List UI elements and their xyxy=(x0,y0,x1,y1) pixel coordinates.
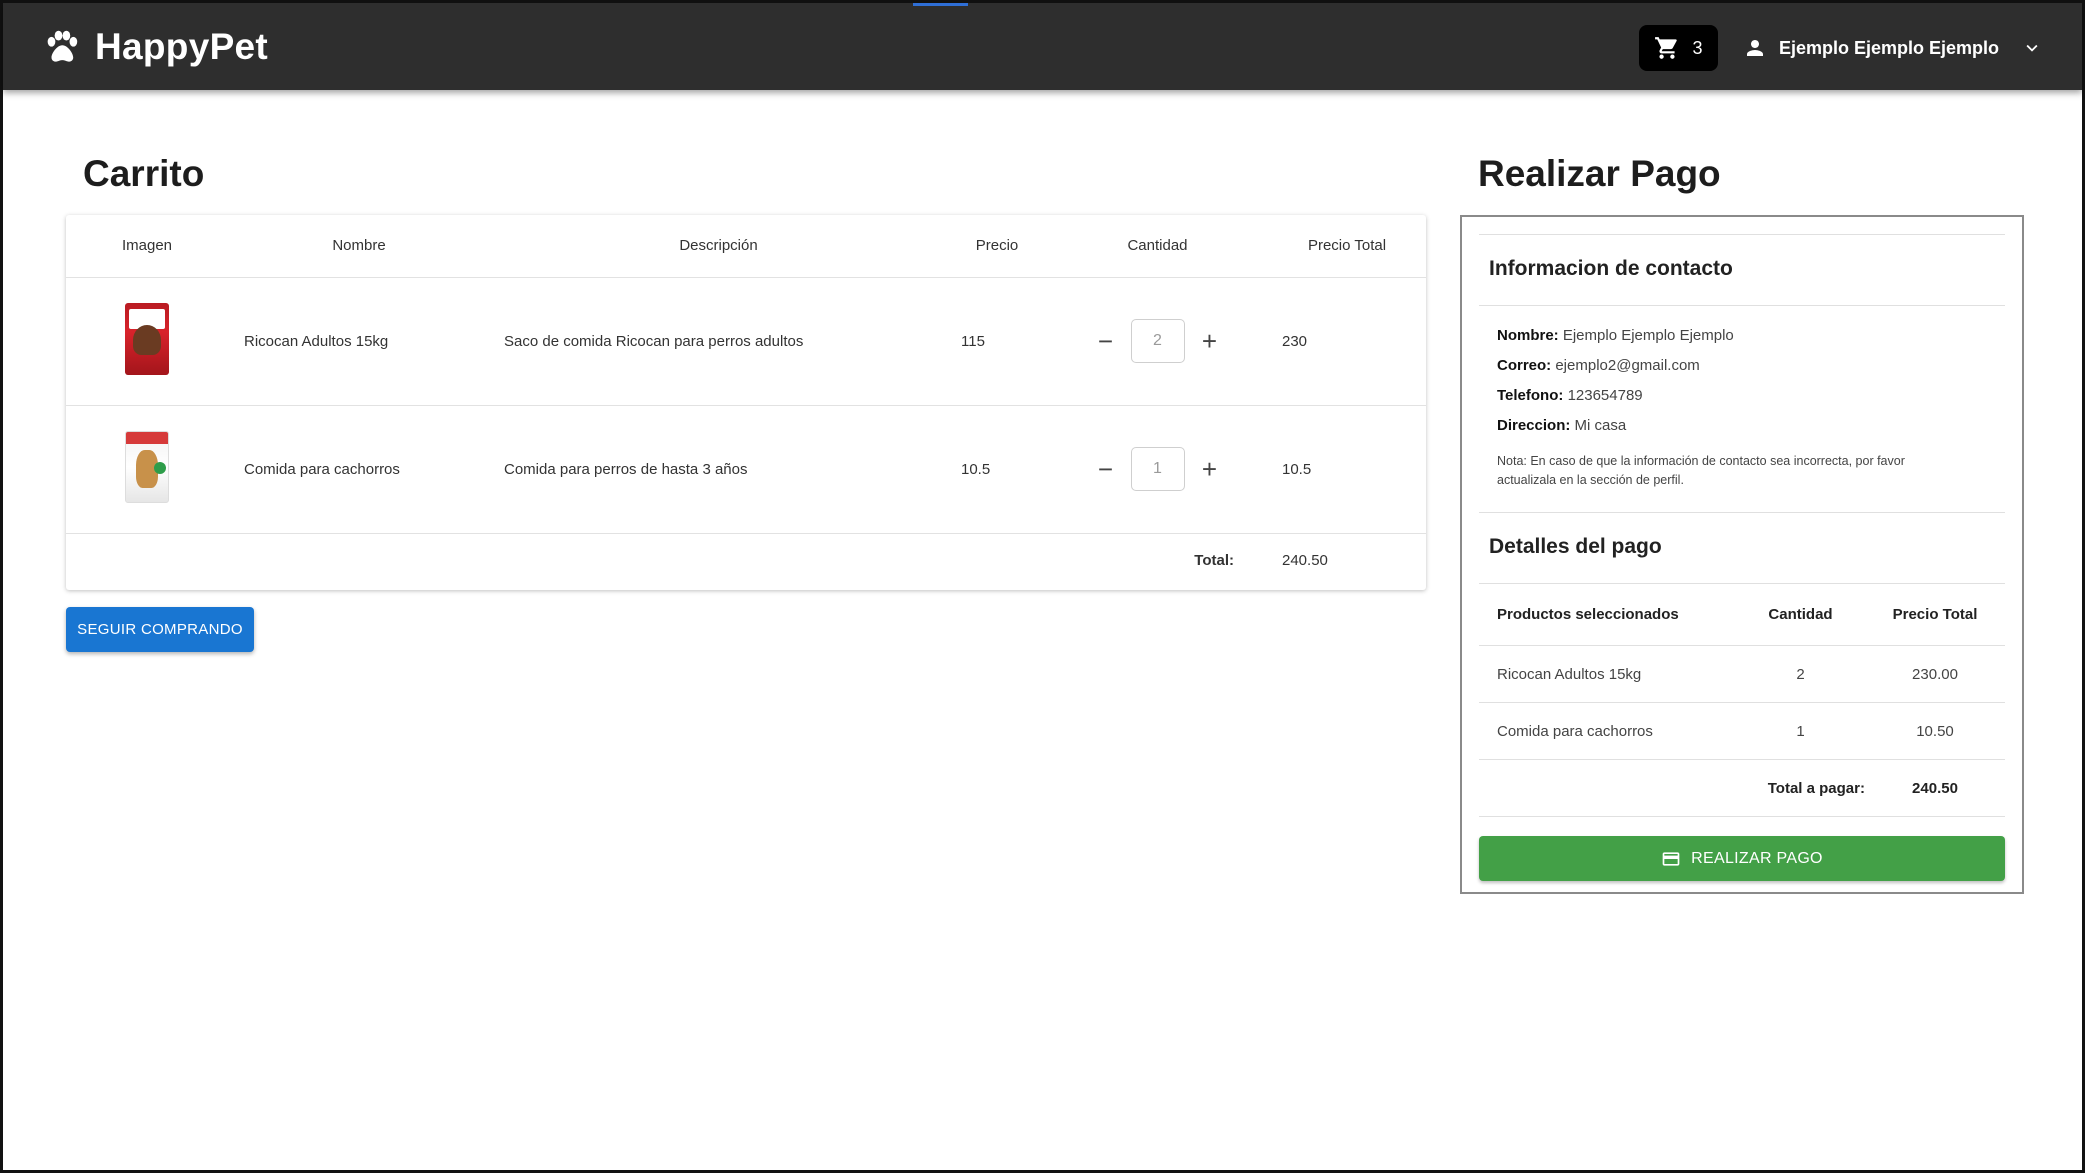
contact-email: Correo: ejemplo2@gmail.com xyxy=(1497,357,1700,374)
payment-product-total: 230.00 xyxy=(1865,645,2005,703)
contact-info: Nombre: Ejemplo Ejemplo Ejemplo Correo: … xyxy=(1479,306,2005,502)
contact-name: Nombre: Ejemplo Ejemplo Ejemplo xyxy=(1497,327,1734,344)
payment-product-name: Ricocan Adultos 15kg xyxy=(1479,645,1736,703)
cart-count-badge: 3 xyxy=(1692,37,1703,58)
quantity-stepper: − + xyxy=(1047,447,1268,491)
column-header-total-price: Precio Total xyxy=(1268,215,1426,278)
column-header-quantity: Cantidad xyxy=(1047,215,1268,278)
minus-icon[interactable]: − xyxy=(1095,456,1117,482)
payment-total-value: 240.50 xyxy=(1865,759,2005,817)
contact-phone: Telefono: 123654789 xyxy=(1497,387,1643,404)
product-name: Comida para cachorros xyxy=(228,405,490,534)
continue-shopping-button[interactable]: SEGUIR COMPRANDO xyxy=(66,607,254,652)
product-image xyxy=(125,431,169,503)
column-header-products: Productos seleccionados xyxy=(1479,583,1736,646)
brand-name: HappyPet xyxy=(95,26,269,67)
cart-button[interactable]: 3 xyxy=(1639,25,1718,71)
shopping-cart-icon xyxy=(1655,37,1678,59)
payment-title: Realizar Pago xyxy=(1478,153,1721,194)
column-header-price: Precio xyxy=(947,215,1047,278)
quantity-input[interactable] xyxy=(1130,319,1185,363)
column-header-quantity: Cantidad xyxy=(1736,583,1865,646)
cart-table-header: Imagen Nombre Descripción Precio Cantida… xyxy=(66,215,1426,278)
make-payment-label: REALIZAR PAGO xyxy=(1691,849,1823,867)
payment-total-label: Total a pagar: xyxy=(1736,759,1865,817)
cart-total-row: Total: 240.50 xyxy=(66,533,1426,588)
brand-logo-link[interactable]: HappyPet xyxy=(41,23,268,71)
product-price: 115 xyxy=(947,277,1047,406)
table-row: Comida para cachorros 1 10.50 xyxy=(1479,702,2005,760)
table-row: Comida para cachorros Comida para perros… xyxy=(66,405,1426,534)
contact-info-title: Informacion de contacto xyxy=(1489,257,1733,280)
user-name: Ejemplo Ejemplo Ejemplo xyxy=(1779,37,2000,58)
payment-product-total: 10.50 xyxy=(1865,702,2005,760)
contact-note: Nota: En caso de que la información de c… xyxy=(1497,454,1905,487)
table-row: Ricocan Adultos 15kg 2 230.00 xyxy=(1479,645,2005,703)
top-navbar: HappyPet 3 Ejemplo Ejemplo Ejemplo xyxy=(3,3,2082,90)
quantity-stepper: − + xyxy=(1047,319,1268,363)
payment-details-title: Detalles del pago xyxy=(1489,535,1662,558)
cart-table: Imagen Nombre Descripción Precio Cantida… xyxy=(66,215,1426,588)
product-price: 10.5 xyxy=(947,405,1047,534)
column-header-name: Nombre xyxy=(228,215,490,278)
credit-card-icon xyxy=(1662,851,1680,866)
plus-icon[interactable]: + xyxy=(1199,328,1221,354)
payment-total-row: Total a pagar: 240.50 xyxy=(1479,759,2005,817)
payment-product-quantity: 1 xyxy=(1736,702,1865,760)
payment-product-name: Comida para cachorros xyxy=(1479,702,1736,760)
product-description: Comida para perros de hasta 3 años xyxy=(490,405,947,534)
product-total-price: 10.5 xyxy=(1268,405,1426,534)
column-header-total-price: Precio Total xyxy=(1865,583,2005,646)
cart-total-label: Total: xyxy=(1194,552,1234,570)
paw-icon xyxy=(47,30,78,62)
column-header-description: Descripción xyxy=(490,215,947,278)
cart-title: Carrito xyxy=(83,153,205,194)
plus-icon[interactable]: + xyxy=(1199,456,1221,482)
nav-accent-bar xyxy=(913,3,968,6)
table-row: Ricocan Adultos 15kg Saco de comida Rico… xyxy=(66,277,1426,406)
chevron-down-icon xyxy=(2026,44,2038,52)
payment-panel: Informacion de contacto Nombre: Ejemplo … xyxy=(1460,215,2024,894)
payment-details-table: Productos seleccionados Cantidad Precio … xyxy=(1479,583,2005,817)
cart-total-value: 240.50 xyxy=(1282,552,1328,570)
product-name: Ricocan Adultos 15kg xyxy=(228,277,490,406)
payment-product-quantity: 2 xyxy=(1736,645,1865,703)
person-icon xyxy=(1747,40,1763,56)
product-description: Saco de comida Ricocan para perros adult… xyxy=(490,277,947,406)
app-window: HappyPet 3 Ejemplo Ejemplo Ejemplo Carri… xyxy=(0,0,2085,1173)
cart-table-card: Imagen Nombre Descripción Precio Cantida… xyxy=(66,215,1426,590)
column-header-image: Imagen xyxy=(66,215,228,278)
product-image xyxy=(125,303,169,375)
make-payment-button[interactable]: REALIZAR PAGO xyxy=(1479,836,2005,881)
minus-icon[interactable]: − xyxy=(1095,328,1117,354)
contact-address: Direccion: Mi casa xyxy=(1497,417,1627,434)
user-menu-button[interactable]: Ejemplo Ejemplo Ejemplo xyxy=(1743,25,2043,71)
quantity-input[interactable] xyxy=(1130,447,1185,491)
product-total-price: 230 xyxy=(1268,277,1426,406)
